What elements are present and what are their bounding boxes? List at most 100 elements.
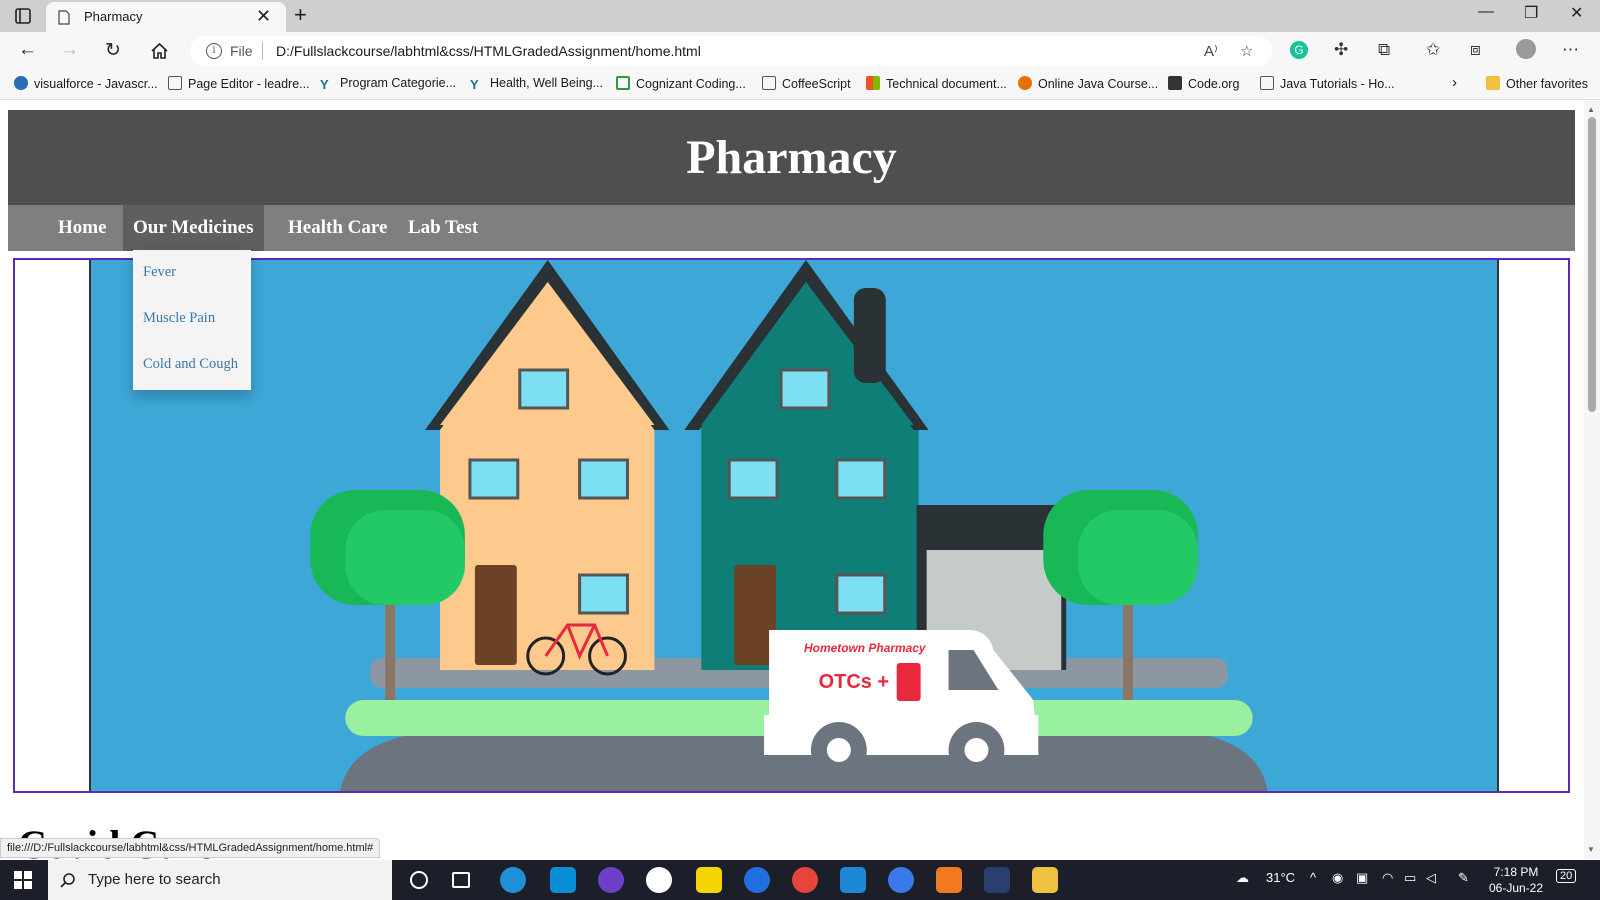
nav-our-medicines[interactable]: Our Medicines — [123, 205, 264, 251]
bookmark-item[interactable]: Cognizant Coding... — [616, 76, 746, 91]
close-tab-icon[interactable]: ✕ — [256, 6, 271, 27]
van-brand-text: Hometown Pharmacy — [804, 641, 927, 655]
scroll-thumb[interactable] — [1588, 117, 1596, 412]
y-icon: Y — [470, 77, 479, 92]
task-view-icon[interactable] — [452, 872, 470, 888]
tab-actions-icon[interactable] — [14, 7, 32, 25]
browser-tab[interactable]: Pharmacy ✕ — [46, 2, 286, 32]
site-header: Pharmacy — [8, 110, 1575, 205]
clock-time: 7:18 PM — [1493, 865, 1539, 879]
bookmark-item[interactable]: CoffeeScript — [762, 76, 851, 91]
pen-icon[interactable]: ✎ — [1458, 870, 1469, 886]
url-text[interactable]: D:/Fullslackcourse/labhtml&css/HTMLGrade… — [276, 43, 701, 59]
dropdown-item-cold-and-cough[interactable]: Cold and Cough — [143, 356, 238, 373]
bookmark-item[interactable]: Code.org — [1168, 76, 1239, 91]
battery-icon[interactable]: ▭ — [1404, 870, 1416, 886]
windows-start-icon[interactable] — [14, 871, 32, 889]
address-bar[interactable]: i File D:/Fullslackcourse/labhtml&css/HT… — [190, 36, 1272, 66]
firefox-icon[interactable] — [744, 867, 770, 893]
bookmark-item[interactable]: Technical document... — [866, 76, 1007, 91]
add-favorite-icon[interactable]: ☆ — [1240, 42, 1253, 60]
chrome-icon[interactable] — [792, 867, 818, 893]
extension-icon[interactable]: ✣ — [1334, 40, 1348, 60]
bookmark-label: Online Java Course... — [1038, 77, 1159, 91]
home-icon[interactable] — [150, 42, 169, 60]
web-page: Pharmacy Home Our Medicines Health Care … — [0, 101, 1584, 859]
clock-date: 06-Jun-22 — [1488, 881, 1544, 895]
tray-app-icon[interactable]: ◉ — [1332, 870, 1343, 886]
bookmark-item[interactable]: Y Health, Well Being... — [470, 76, 603, 92]
page-icon — [1260, 76, 1274, 90]
tray-app-icon[interactable]: ▣ — [1356, 870, 1368, 886]
scroll-down-icon[interactable]: ▼ — [1587, 845, 1595, 854]
profile-avatar[interactable] — [1516, 39, 1536, 59]
notifications-badge[interactable]: 20 — [1556, 869, 1577, 883]
bookmark-label: Page Editor - leadre... — [188, 77, 310, 91]
vscode-icon[interactable] — [840, 867, 866, 893]
clock[interactable]: 7:18 PM 06-Jun-22 — [1486, 864, 1546, 896]
app-icon[interactable] — [646, 867, 672, 893]
taskbar-search[interactable]: Type here to search — [48, 860, 392, 900]
bookmark-label: Cognizant Coding... — [636, 77, 746, 91]
app-icon[interactable] — [984, 867, 1010, 893]
read-aloud-icon[interactable]: A⁾ — [1204, 42, 1218, 60]
address-prefix: File — [230, 43, 253, 59]
forward-icon[interactable]: → — [60, 39, 79, 61]
chevron-right-icon[interactable]: › — [1452, 74, 1457, 91]
favorites-icon[interactable]: ✩ — [1426, 40, 1440, 60]
bookmark-label: CoffeeScript — [782, 77, 851, 91]
bookmark-item[interactable]: visualforce - Javascr... — [14, 76, 158, 91]
bookmark-label: Code.org — [1188, 77, 1240, 91]
page-icon — [58, 10, 70, 25]
nav-lab-test[interactable]: Lab Test — [398, 205, 488, 251]
wifi-icon[interactable]: ◠ — [1382, 870, 1393, 886]
divider — [262, 42, 263, 60]
info-icon[interactable]: i — [206, 43, 222, 59]
more-menu-icon[interactable]: ⋯ — [1562, 40, 1579, 60]
close-window-icon[interactable]: ✕ — [1570, 3, 1583, 23]
sticky-notes-icon[interactable] — [696, 867, 722, 893]
bookmark-label: Program Categorie... — [340, 76, 457, 90]
temperature[interactable]: 31°C — [1266, 870, 1295, 885]
file-explorer-icon[interactable] — [1032, 867, 1058, 893]
nav-home[interactable]: Home — [48, 205, 117, 251]
back-icon[interactable]: ← — [18, 39, 37, 61]
scroll-up-icon[interactable]: ▲ — [1587, 105, 1595, 114]
nav-health-care[interactable]: Health Care — [278, 205, 397, 251]
github-icon[interactable] — [598, 867, 624, 893]
app-icon[interactable] — [888, 867, 914, 893]
dropdown-item-fever[interactable]: Fever — [143, 264, 176, 281]
browser-toolbar: ← → ↻ i File D:/Fullslackcourse/labhtml&… — [0, 32, 1600, 70]
dropdown-item-muscle-pain[interactable]: Muscle Pain — [143, 310, 215, 327]
page-icon — [168, 76, 182, 90]
windows-taskbar: Type here to search ☁ 31°C ^ ◉ ▣ ◠ ▭ ◁ ✎… — [0, 860, 1600, 900]
bookmark-label: Technical document... — [886, 77, 1007, 91]
weather-icon[interactable]: ☁ — [1236, 870, 1249, 886]
xampp-icon[interactable] — [936, 867, 962, 893]
bookmark-label: visualforce - Javascr... — [34, 77, 158, 91]
minimize-icon[interactable]: — — [1478, 3, 1494, 21]
new-tab-icon[interactable]: + — [294, 2, 307, 28]
tray-chevron-icon[interactable]: ^ — [1310, 870, 1316, 885]
refresh-icon[interactable]: ↻ — [105, 39, 121, 62]
restore-icon[interactable]: ❐ — [1524, 3, 1538, 23]
page-scrollbar[interactable]: ▲ ▼ — [1584, 101, 1600, 859]
site-title: Pharmacy — [686, 131, 897, 184]
cortana-icon[interactable] — [410, 871, 428, 889]
edge-icon[interactable] — [500, 867, 526, 893]
bookmark-label: Health, Well Being... — [490, 76, 604, 90]
volume-icon[interactable]: ◁ — [1426, 870, 1436, 886]
grammarly-icon[interactable]: G — [1290, 41, 1308, 59]
link-preview-status: file:///D:/Fullslackcourse/labhtml&css/H… — [0, 838, 381, 858]
other-favorites[interactable]: Other favorites — [1486, 76, 1588, 91]
bookmark-item[interactable]: Java Tutorials - Ho... — [1260, 76, 1395, 91]
van-otc-text: OTCs + — [819, 671, 889, 693]
bookmark-item[interactable]: Online Java Course... — [1018, 76, 1158, 91]
bookmark-item[interactable]: Page Editor - leadre... — [168, 76, 310, 91]
extensions-puzzle-icon[interactable]: ⧉ — [1378, 40, 1390, 60]
skype-icon[interactable] — [550, 867, 576, 893]
bookmark-item[interactable]: Y Program Categorie... — [320, 76, 456, 92]
microsoft-icon — [866, 76, 880, 90]
bookmark-label: Java Tutorials - Ho... — [1280, 77, 1395, 91]
collections-icon[interactable]: ⧈ — [1470, 40, 1481, 60]
